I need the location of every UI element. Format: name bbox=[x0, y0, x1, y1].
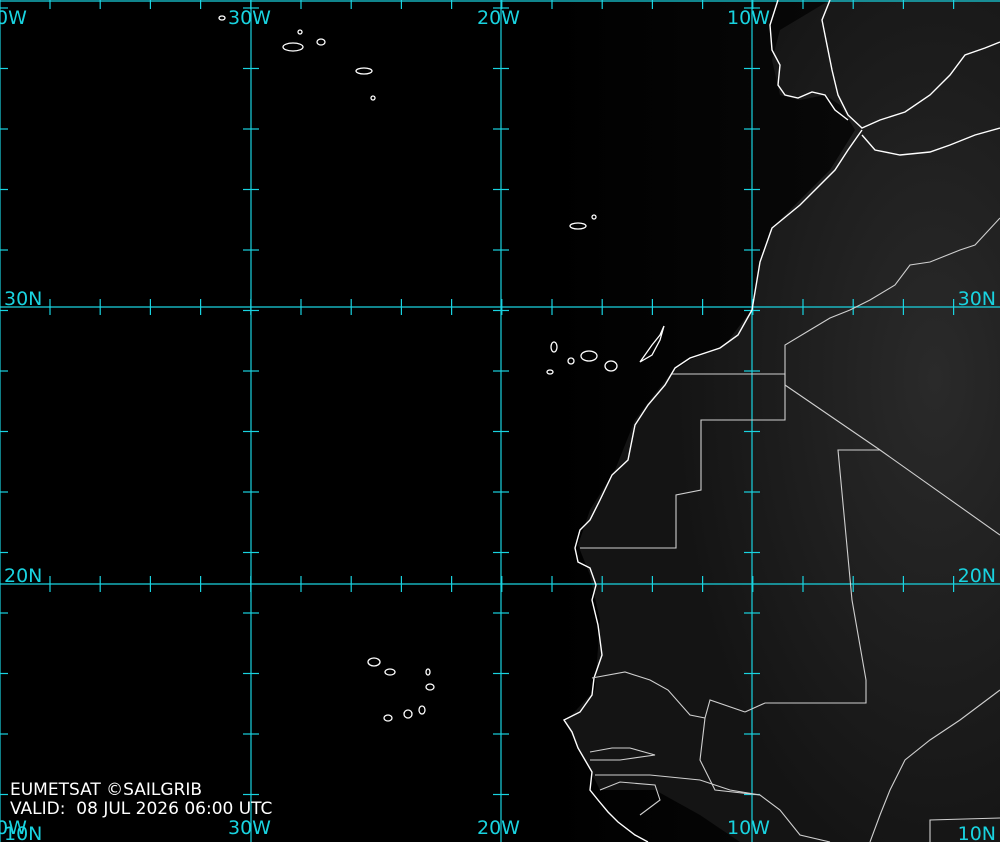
lat-right-label-20n: 20N bbox=[958, 565, 996, 587]
lon-label-20w: 20W bbox=[477, 7, 520, 29]
source-caption: EUMETSAT ©SAILGRIB bbox=[10, 780, 203, 800]
lon-label-30w: 30W bbox=[228, 7, 271, 29]
lat-label-30n: 30N bbox=[4, 288, 42, 310]
valid-prefix: VALID: bbox=[10, 799, 66, 819]
map-canvas: 0W 30W 20W 10W 0W 30W 20W 10W 30N 20N 10… bbox=[0, 0, 1000, 842]
satellite-map: 0W 30W 20W 10W 0W 30W 20W 10W 30N 20N 10… bbox=[0, 0, 1000, 842]
valid-time: 08 JUL 2026 06:00 UTC bbox=[76, 799, 273, 819]
lat-right-label-30n: 30N bbox=[958, 288, 996, 310]
lat-label-10n: 10N bbox=[4, 823, 42, 842]
lat-right-label-10n: 10N bbox=[958, 823, 996, 842]
lon-bottom-label-10w: 10W bbox=[727, 817, 770, 839]
lon-bottom-label-30w: 30W bbox=[228, 817, 271, 839]
lon-label-10w: 10W bbox=[727, 7, 770, 29]
lon-label-40w: 0W bbox=[0, 7, 27, 29]
valid-time-caption: VALID: 08 JUL 2026 06:00 UTC bbox=[10, 799, 272, 819]
lat-label-20n: 20N bbox=[4, 565, 42, 587]
lon-bottom-label-20w: 20W bbox=[477, 817, 520, 839]
